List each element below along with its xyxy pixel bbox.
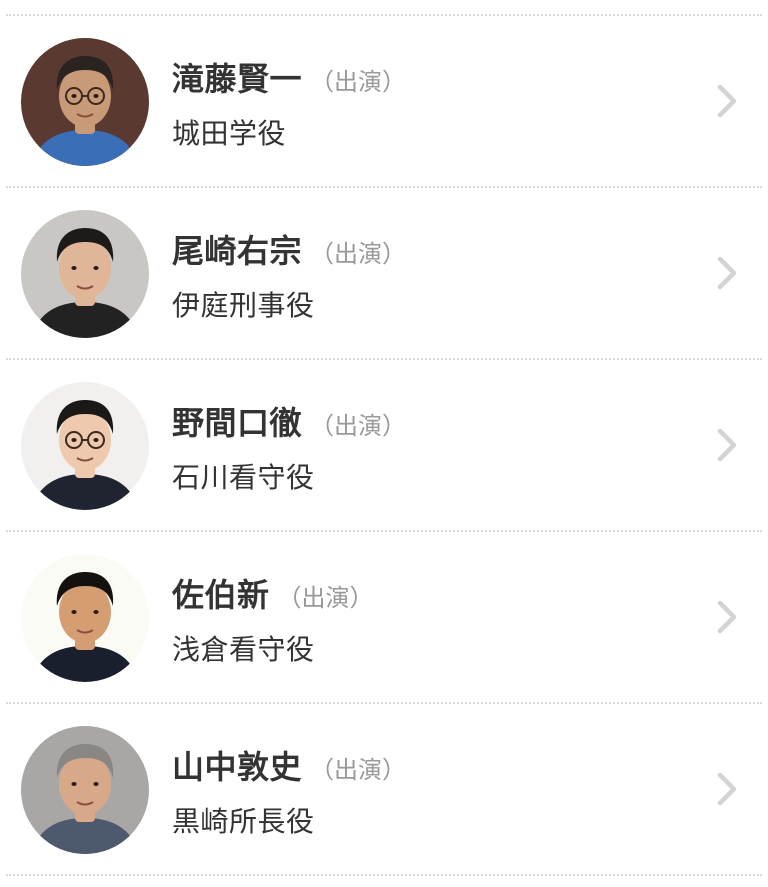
cast-text: 尾崎右宗 （出演） 伊庭刑事役 <box>172 226 406 324</box>
role-name: 浅倉看守役 <box>172 633 315 666</box>
cast-text: 野間口徹 （出演） 石川看守役 <box>172 398 406 496</box>
cast-row-4[interactable]: 山中敦史 （出演） 黒崎所長役 <box>0 704 768 874</box>
cast-row-2[interactable]: 野間口徹 （出演） 石川看守役 <box>0 360 768 530</box>
cast-text: 佐伯新 （出演） 浅倉看守役 <box>172 570 374 668</box>
appearance-type: （出演） <box>310 756 407 784</box>
divider <box>6 874 762 876</box>
portrait-image <box>21 554 149 682</box>
avatar <box>21 726 149 854</box>
actor-name: 野間口徹 <box>172 404 303 442</box>
avatar <box>21 554 149 682</box>
cast-row-0[interactable]: 滝藤賢一 （出演） 城田学役 <box>0 16 768 186</box>
chevron-right-icon <box>717 772 737 806</box>
appearance-type: （出演） <box>310 68 407 96</box>
portrait-image <box>21 210 149 338</box>
name-line: 尾崎右宗 （出演） <box>172 226 406 272</box>
role-name: 石川看守役 <box>172 461 315 494</box>
actor-name: 佐伯新 <box>172 576 270 614</box>
actor-name: 尾崎右宗 <box>172 232 303 270</box>
actor-name: 滝藤賢一 <box>172 60 303 98</box>
cast-text: 山中敦史 （出演） 黒崎所長役 <box>172 742 406 840</box>
chevron-right-icon <box>717 84 737 118</box>
appearance-type: （出演） <box>310 412 407 440</box>
role-name: 伊庭刑事役 <box>172 289 315 322</box>
chevron-right-icon <box>717 256 737 290</box>
cast-list: 滝藤賢一 （出演） 城田学役 尾崎右宗 （出演） 伊庭刑事役 野間口徹 （出演）… <box>0 0 768 876</box>
avatar <box>21 210 149 338</box>
cast-row-1[interactable]: 尾崎右宗 （出演） 伊庭刑事役 <box>0 188 768 358</box>
name-line: 佐伯新 （出演） <box>172 570 374 616</box>
role-name: 黒崎所長役 <box>172 805 315 838</box>
chevron-right-icon <box>717 600 737 634</box>
cast-text: 滝藤賢一 （出演） 城田学役 <box>172 54 406 152</box>
chevron-right-icon <box>717 428 737 462</box>
cast-rows: 滝藤賢一 （出演） 城田学役 尾崎右宗 （出演） 伊庭刑事役 野間口徹 （出演）… <box>0 16 768 876</box>
actor-name: 山中敦史 <box>172 748 303 786</box>
name-line: 滝藤賢一 （出演） <box>172 54 406 100</box>
appearance-type: （出演） <box>277 584 374 612</box>
role-name: 城田学役 <box>172 117 287 150</box>
avatar <box>21 382 149 510</box>
portrait-image <box>21 38 149 166</box>
appearance-type: （出演） <box>310 240 407 268</box>
name-line: 野間口徹 （出演） <box>172 398 406 444</box>
portrait-image <box>21 726 149 854</box>
portrait-image <box>21 382 149 510</box>
cast-row-3[interactable]: 佐伯新 （出演） 浅倉看守役 <box>0 532 768 702</box>
name-line: 山中敦史 （出演） <box>172 742 406 788</box>
avatar <box>21 38 149 166</box>
